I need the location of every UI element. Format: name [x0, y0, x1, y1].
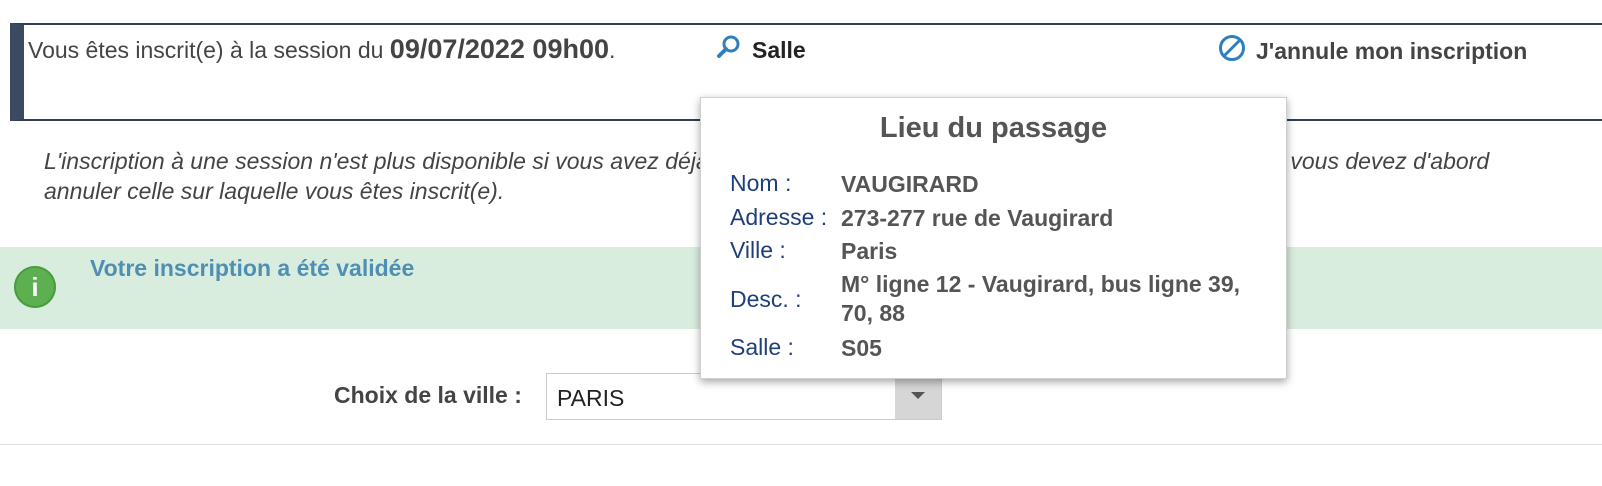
chevron-down-icon: [911, 392, 925, 399]
popup-value-salle: S05: [841, 335, 882, 361]
location-popup: Lieu du passage Nom : VAUGIRARD Adresse …: [700, 97, 1287, 379]
success-message: Votre inscription a été validée: [90, 255, 415, 281]
popup-label-ville: Ville :: [730, 237, 786, 263]
dropdown-toggle[interactable]: [895, 374, 941, 419]
popup-value-adresse: 273-277 rue de Vaugirard: [841, 205, 1114, 231]
popup-value-nom: VAUGIRARD: [841, 171, 979, 197]
salle-label: Salle: [752, 36, 806, 63]
cancel-label: J'annule mon inscription: [1256, 37, 1528, 64]
info-icon: i: [14, 266, 56, 308]
session-suffix: .: [609, 37, 616, 63]
divider: [0, 444, 1602, 445]
city-select[interactable]: PARIS: [546, 373, 942, 420]
popup-label-desc: Desc. :: [730, 286, 802, 312]
session-prefix: Vous êtes inscrit(e) à la session du: [28, 37, 390, 63]
popup-label-adresse: Adresse :: [730, 204, 828, 230]
popup-value-desc: M° ligne 12 - Vaugirard, bus ligne 39, 7…: [841, 271, 1241, 326]
popup-label-salle: Salle :: [730, 334, 794, 360]
session-info: Vous êtes inscrit(e) à la session du 09/…: [28, 34, 615, 65]
cancel-registration-button[interactable]: J'annule mon inscription: [1218, 34, 1527, 68]
city-selected-value: PARIS: [557, 385, 625, 411]
cancel-icon: [1218, 34, 1246, 68]
popup-value-ville: Paris: [841, 238, 898, 264]
city-label: Choix de la ville :: [334, 382, 522, 408]
search-icon: [716, 34, 742, 66]
popup-label-nom: Nom :: [730, 170, 792, 196]
salle-link[interactable]: Salle: [716, 34, 806, 66]
popup-title: Lieu du passage: [879, 112, 1108, 144]
session-date: 09/07/2022 09h00: [389, 34, 609, 64]
